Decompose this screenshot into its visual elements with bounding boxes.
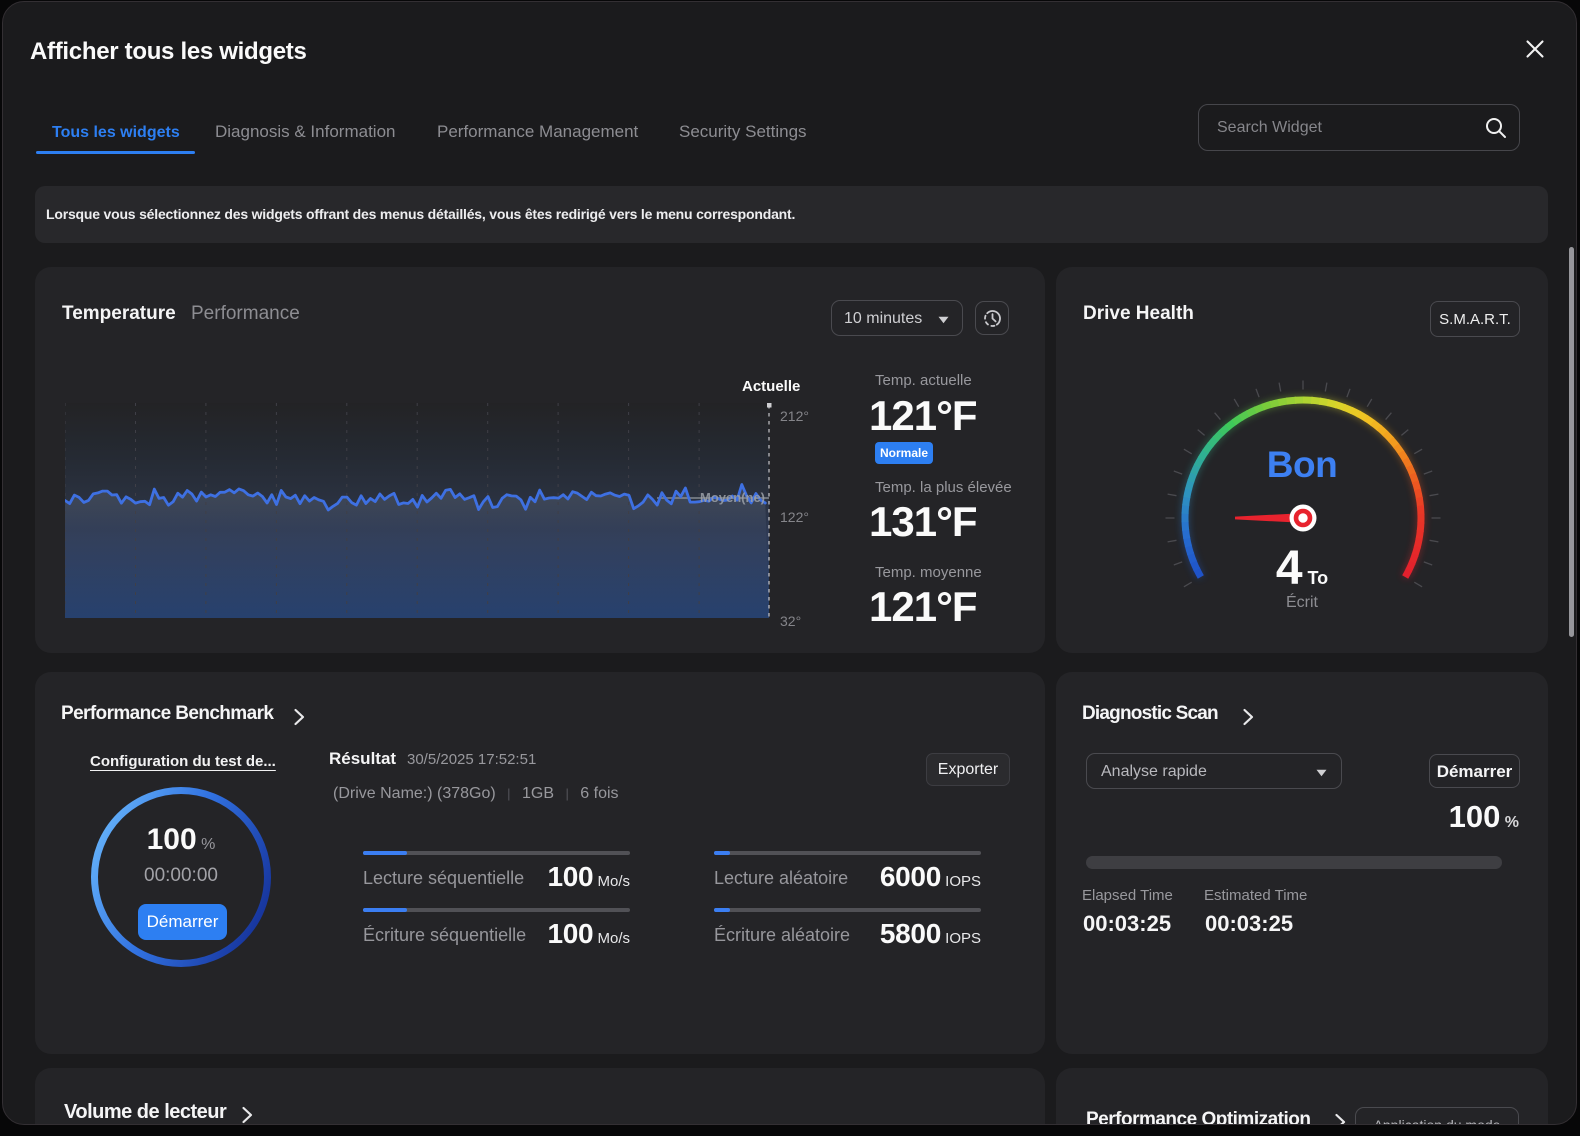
svg-text:Moyen(ne): Moyen(ne) bbox=[700, 490, 765, 505]
